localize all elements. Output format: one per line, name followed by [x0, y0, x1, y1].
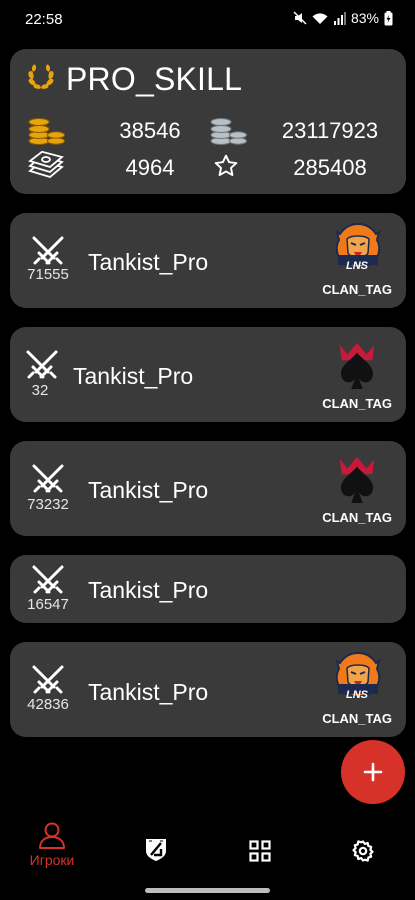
bottom-nav: Игроки [0, 820, 415, 880]
wifi-icon [312, 12, 328, 24]
player-name: Tankist_Pro [88, 679, 209, 705]
crossed-swords-icon [30, 564, 66, 596]
spade-crown-logo-icon [334, 341, 380, 391]
crossed-swords-icon [24, 349, 60, 381]
nav-settings[interactable] [323, 820, 403, 880]
silver-coins-icon [210, 118, 247, 145]
player-card[interactable]: 16547 Tankist_Pro [10, 555, 406, 623]
mute-icon [293, 11, 307, 25]
player-name: Tankist_Pro [88, 249, 209, 275]
player-name: Tankist_Pro [73, 363, 194, 389]
silver-value: 23117923 [281, 118, 379, 143]
clan-shield-icon [146, 839, 166, 861]
player-card[interactable]: 73232 Tankist_Pro CLAN_TAG [10, 441, 406, 536]
cash-value: 4964 [125, 155, 175, 180]
player-card[interactable]: 32 Tankist_Pro CLAN_TAG [10, 327, 406, 422]
clan-logo-text: LNS [346, 260, 368, 272]
gear-icon [352, 840, 374, 862]
player-kills: 71555 [27, 266, 69, 283]
nav-clans[interactable] [116, 820, 196, 880]
user-icon [39, 822, 65, 849]
crossed-swords-icon [30, 235, 66, 267]
add-player-button[interactable] [341, 740, 405, 804]
player-card[interactable]: 71555 Tankist_Pro LNS CLAN_TAG [10, 213, 406, 308]
clan-tag: CLAN_TAG [322, 711, 392, 726]
crossed-swords-icon [30, 463, 66, 495]
battery-percent: 83% [350, 10, 379, 26]
grid-icon [249, 840, 271, 862]
profile-card[interactable]: PRO_SKILL 38546 23117923 4964 285408 [10, 49, 406, 194]
rating-value: 285408 [293, 155, 367, 180]
home-indicator[interactable] [145, 888, 270, 893]
clan-tag: CLAN_TAG [322, 510, 392, 525]
player-kills: 32 [31, 382, 49, 399]
status-icons: 83% [293, 10, 393, 26]
clan-tag: CLAN_TAG [322, 282, 392, 297]
cash-icon [28, 151, 64, 179]
player-name: Tankist_Pro [88, 577, 209, 603]
spade-crown-logo-icon [334, 455, 380, 505]
plus-icon [363, 762, 383, 782]
signal-icon [333, 11, 346, 25]
player-card[interactable]: 42836 Tankist_Pro LNS CLAN_TAG [10, 642, 406, 737]
gold-value: 38546 [119, 118, 181, 143]
player-name: Tankist_Pro [88, 477, 209, 503]
player-kills: 42836 [27, 696, 69, 713]
clan-tag: CLAN_TAG [322, 396, 392, 411]
profile-name: PRO_SKILL [66, 61, 243, 97]
player-kills: 16547 [27, 596, 69, 613]
nav-players[interactable]: Игроки [12, 820, 92, 880]
clan-logo-text: LNS [346, 689, 368, 701]
status-bar: 22:58 83% [0, 0, 415, 38]
gold-coins-icon [28, 118, 65, 145]
nav-grid[interactable] [220, 820, 300, 880]
status-time: 22:58 [25, 11, 63, 28]
star-icon [214, 154, 238, 176]
crossed-swords-icon [30, 664, 66, 696]
battery-icon [384, 10, 393, 25]
laurel-icon [28, 64, 54, 89]
player-kills: 73232 [27, 496, 69, 513]
nav-players-label: Игроки [29, 852, 75, 868]
